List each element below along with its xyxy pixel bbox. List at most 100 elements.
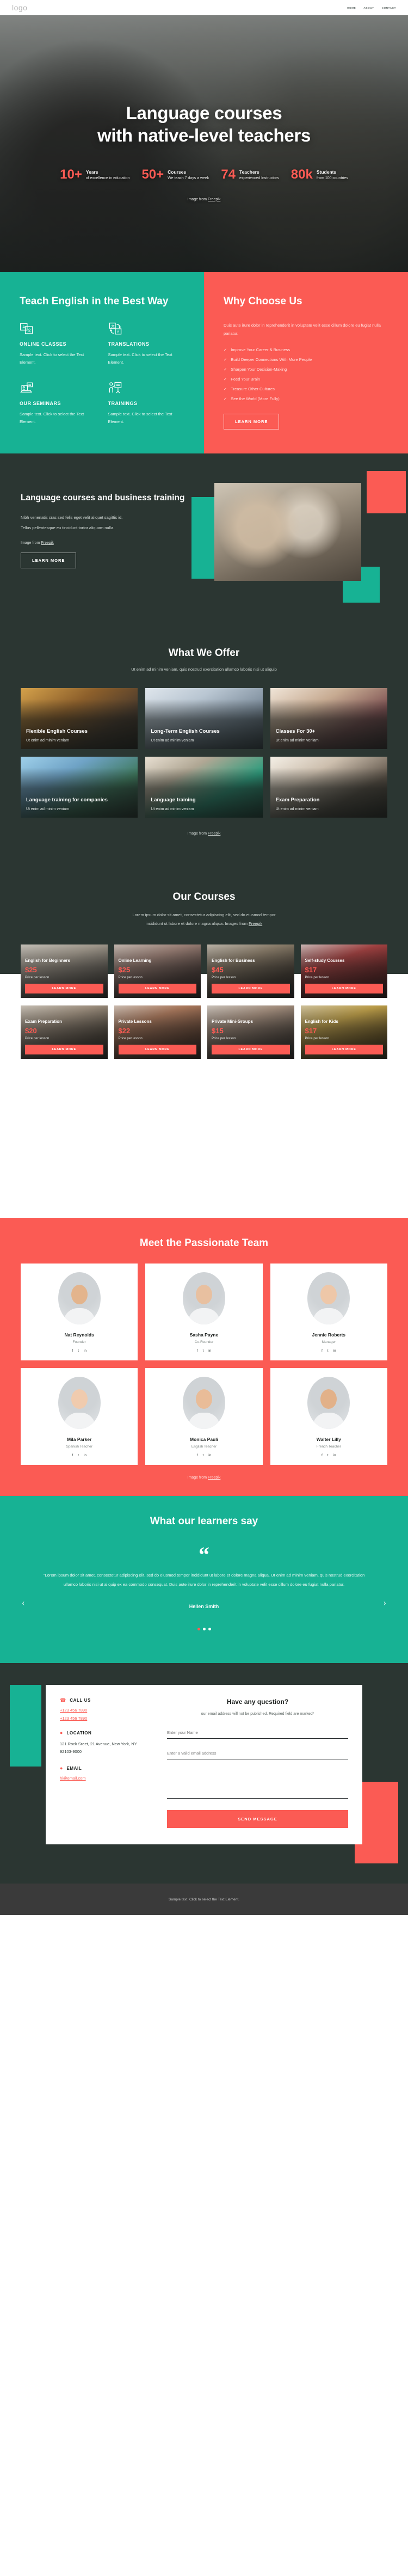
email-label: EMAIL — [66, 1765, 82, 1771]
linkedin-icon[interactable]: in — [333, 1453, 336, 1457]
twitter-icon[interactable]: t — [78, 1349, 79, 1353]
business-training-section: Language courses and business training N… — [0, 453, 408, 625]
twitter-icon[interactable]: t — [327, 1453, 329, 1457]
testimonial-dot[interactable] — [197, 1627, 200, 1630]
twitter-icon[interactable]: t — [327, 1349, 329, 1353]
freepik-link[interactable]: Freepik — [41, 541, 53, 545]
course-card[interactable]: Private Mini-Groups $15 Price per lesson… — [207, 1005, 294, 1059]
business-learn-more-button[interactable]: LEARN MORE — [21, 553, 77, 568]
team-card[interactable]: Nat Reynolds Founder f t in — [21, 1264, 138, 1361]
decorative-red-square — [367, 470, 406, 513]
whiteboard-trainer-icon — [108, 381, 122, 395]
team-card[interactable]: Sasha Payne Co-Founder f t in — [145, 1264, 263, 1361]
course-learn-more-button[interactable]: LEARN MORE — [118, 1044, 196, 1054]
stat-number: 74 — [221, 167, 236, 182]
why-learn-more-button[interactable]: LEARN MORE — [224, 413, 280, 430]
offer-card-title: Classes For 30+ — [275, 728, 316, 735]
linkedin-icon[interactable]: in — [208, 1453, 211, 1457]
team-card[interactable]: Jennie Roberts Manager f t in — [270, 1264, 387, 1361]
avatar — [58, 1272, 101, 1325]
business-image-group — [191, 470, 406, 603]
feature-translations[interactable]: 文 A TRANSLATIONS Sample text. Click to s… — [108, 322, 188, 367]
course-card[interactable]: English for Kids $17 Price per lesson LE… — [300, 1005, 387, 1059]
twitter-icon[interactable]: t — [202, 1349, 203, 1353]
offer-card[interactable]: Exam Preparation Ut enim ad minim veniam — [270, 757, 387, 818]
testimonial-prev-button[interactable]: ‹ — [22, 1597, 25, 1608]
testimonial-dot[interactable] — [202, 1627, 206, 1630]
course-learn-more-button[interactable]: LEARN MORE — [212, 983, 290, 993]
benefit-label: Improve Your Career & Business — [231, 347, 290, 353]
twitter-icon[interactable]: t — [78, 1453, 79, 1457]
send-message-button[interactable]: SEND MESSAGE — [167, 1810, 348, 1828]
decorative-teal-block — [10, 1684, 41, 1767]
site-logo[interactable]: logo — [12, 3, 27, 12]
freepik-link[interactable]: Freepik — [208, 832, 220, 836]
team-card[interactable]: Walter Lilly French Teacher f t in — [270, 1368, 387, 1465]
nav-item-contact[interactable]: CONTACT — [382, 7, 396, 9]
offer-card-desc: Ut enim ad minim veniam — [151, 807, 194, 812]
credit-prefix: Image from — [21, 541, 41, 545]
course-learn-more-button[interactable]: LEARN MORE — [25, 1044, 103, 1054]
linkedin-icon[interactable]: in — [333, 1349, 336, 1353]
course-learn-more-button[interactable]: LEARN MORE — [305, 1044, 383, 1054]
facebook-icon[interactable]: f — [322, 1453, 323, 1457]
freepik-link[interactable]: Freepik — [208, 198, 220, 201]
course-price: $45 — [212, 965, 224, 974]
course-learn-more-button[interactable]: LEARN MORE — [25, 983, 103, 993]
message-field[interactable] — [167, 1767, 348, 1799]
team-section: Meet the Passionate Team Nat Reynolds Fo… — [0, 1218, 408, 1496]
course-learn-more-button[interactable]: LEARN MORE — [305, 983, 383, 993]
benefit-item: ✓ Feed Your Brain — [224, 377, 392, 383]
facebook-icon[interactable]: f — [322, 1349, 323, 1353]
offer-card-desc: Ut enim ad minim veniam — [151, 739, 194, 743]
facebook-icon[interactable]: f — [197, 1349, 198, 1353]
offer-title: What We Offer — [168, 647, 240, 659]
course-card[interactable]: English for Beginners $25 Price per less… — [21, 944, 108, 998]
course-price-note: Price per lesson — [118, 975, 143, 979]
linkedin-icon[interactable]: in — [84, 1349, 86, 1353]
offer-card[interactable]: Language training Ut enim ad minim veniam — [145, 757, 263, 818]
nav-item-about[interactable]: ABOUT — [363, 7, 374, 9]
feature-online-classes[interactable]: A 文 ONLINE CLASSES Sample text. Click to… — [20, 322, 100, 367]
testimonial-next-button[interactable]: › — [383, 1597, 386, 1608]
email-field[interactable] — [167, 1746, 348, 1759]
course-card[interactable]: English for Business $45 Price per lesso… — [207, 944, 294, 998]
course-learn-more-button[interactable]: LEARN MORE — [118, 983, 196, 993]
feature-name: OUR SEMINARS — [20, 400, 61, 406]
course-card[interactable]: Exam Preparation $20 Price per lesson LE… — [21, 1005, 108, 1059]
course-card[interactable]: Self-study Courses $17 Price per lesson … — [300, 944, 387, 998]
team-card[interactable]: Mila Parker Spanish Teacher f t in — [21, 1368, 138, 1465]
nav-item-home[interactable]: HOME — [347, 7, 356, 9]
offer-card[interactable]: Long-Term English Courses Ut enim ad mini… — [145, 688, 263, 750]
freepik-link[interactable]: Freepik — [249, 921, 262, 926]
offer-card[interactable]: Flexible English Courses Ut enim ad minim… — [21, 688, 138, 750]
course-card[interactable]: Online Learning $25 Price per lesson LEA… — [114, 944, 201, 998]
course-card[interactable]: Private Lessons $22 Price per lesson LEA… — [114, 1005, 201, 1059]
course-title: Online Learning — [118, 958, 152, 963]
phone-link-1[interactable]: +123 456 7890 — [60, 1708, 155, 1713]
offer-card[interactable]: Language training for companies Ut enim a… — [21, 757, 138, 818]
email-link[interactable]: hi@email.com — [60, 1776, 155, 1781]
facebook-icon[interactable]: f — [72, 1453, 73, 1457]
svg-text:文: 文 — [111, 323, 115, 328]
freepik-link[interactable]: Freepik — [208, 1476, 220, 1480]
credit-prefix: Image from — [187, 1476, 208, 1480]
team-card[interactable]: Monica Pauli English Teacher f t in — [145, 1368, 263, 1465]
member-role: Spanish Teacher — [66, 1445, 92, 1449]
name-field[interactable] — [167, 1725, 348, 1739]
linkedin-icon[interactable]: in — [84, 1453, 86, 1457]
course-learn-more-button[interactable]: LEARN MORE — [212, 1044, 290, 1054]
phone-link-2[interactable]: +123 456 7890 — [60, 1716, 155, 1721]
offer-card[interactable]: Classes For 30+ Ut enim ad minim veniam — [270, 688, 387, 750]
facebook-icon[interactable]: f — [197, 1453, 198, 1457]
teach-title: Teach English in the Best Way — [20, 296, 169, 307]
linkedin-icon[interactable]: in — [208, 1349, 211, 1353]
facebook-icon[interactable]: f — [72, 1349, 73, 1353]
main-nav: HOME ABOUT CONTACT — [347, 7, 396, 9]
testimonial-dot[interactable] — [208, 1627, 211, 1630]
feature-trainings[interactable]: TRAININGS Sample text. Click to select t… — [108, 381, 188, 426]
courses-title: Our Courses — [172, 891, 236, 903]
course-price-note: Price per lesson — [118, 1036, 143, 1040]
twitter-icon[interactable]: t — [202, 1453, 203, 1457]
feature-our-seminars[interactable]: OUR SEMINARS Sample text. Click to selec… — [20, 381, 100, 426]
